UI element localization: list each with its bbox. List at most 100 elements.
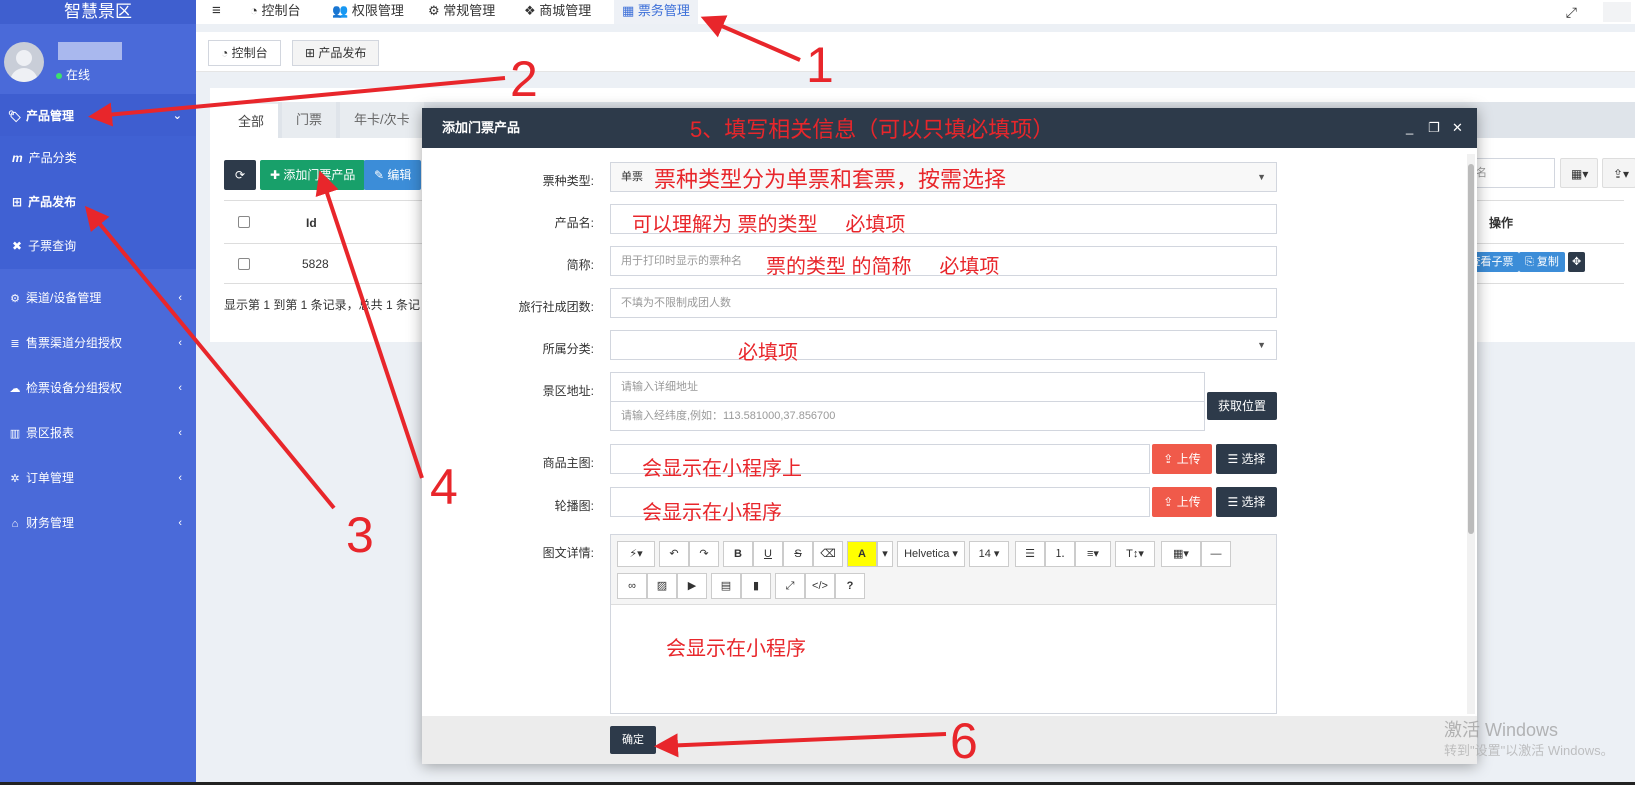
move-icon[interactable]: ✥ [1568,252,1586,272]
plus-square-icon: ⊞ [305,46,316,60]
page-tab-label: 产品发布 [318,46,367,60]
coordinates-input[interactable]: 请输入经纬度,例如：113.581000,37.856700 [610,401,1205,431]
align-dropdown-icon[interactable]: ≡▾ [1075,541,1111,567]
sidebar: 智慧景区 在线 🏷 产品管理 ⌄ m 产品分类 ⊞ 产品发布 ✖ 子票查询 ⚙ 渠道/设备管… [0,0,196,785]
help-icon[interactable]: ? [835,573,865,599]
file-icon[interactable]: ▤ [711,573,741,599]
font-size-value: 14 [978,548,991,560]
undo-icon[interactable]: ↶ [659,541,689,567]
nav-mall[interactable]: ❖ 商城管理 [516,0,599,24]
user-menu-button[interactable] [1603,2,1631,22]
chevron-left-icon: ‹ [178,292,182,304]
gears-icon: ⚙ [428,3,440,18]
subitem-label: 产品发布 [28,195,77,209]
list-icon: ☰ [1227,495,1239,509]
sidebar-item-sales-channel-auth[interactable]: ≣ 售票渠道分组授权 ‹ [0,321,196,365]
maximize-icon[interactable]: ❐ [1428,108,1440,148]
main-image-choose-button[interactable]: ☰ 选择 [1216,444,1277,474]
columns-toggle-icon[interactable]: ▦▾ [1560,158,1598,188]
sidebar-subitem-product-publish[interactable]: ⊞ 产品发布 [0,180,196,224]
users-icon: 👥 [332,3,349,18]
sidebar-item-orders[interactable]: ✲ 订单管理 ‹ [0,456,196,500]
fullscreen-icon[interactable]: ⤢ [1566,0,1577,24]
font-color-icon[interactable]: A [847,541,877,567]
numbered-list-icon[interactable]: ⒈ [1045,541,1075,567]
tag-icon: 🏷 [8,111,22,123]
sidebar-subitem-product-category[interactable]: m 产品分类 [0,136,196,180]
column-header-id: Id [306,216,317,230]
get-location-button[interactable]: 获取位置 [1207,392,1277,420]
page-tab-product-publish[interactable]: ⊞ 产品发布 [292,40,380,66]
magic-wand-icon[interactable]: ⚡▾ [617,541,655,567]
group-size-input[interactable]: 不填为不限制成团人数 [610,288,1277,318]
category-select[interactable]: ▼ [610,330,1277,360]
nav-permissions[interactable]: 👥 权限管理 [324,0,412,24]
row-checkbox[interactable] [238,258,250,270]
code-view-icon[interactable]: </> [805,573,835,599]
address-input[interactable]: 请输入详细地址 [610,372,1205,402]
sidebar-subitem-subticket-query[interactable]: ✖ 子票查询 [0,224,196,268]
nav-ticketing[interactable]: ▦ 票务管理 [614,0,698,24]
sidebar-item-finance[interactable]: ⌂ 财务管理 ‹ [0,501,196,545]
sidebar-item-product-management[interactable]: 🏷 产品管理 ⌄ [0,94,196,138]
edit-button[interactable]: ✎ 编辑 [364,160,422,190]
copy-button[interactable]: ⎘ 复制 [1519,252,1565,272]
carousel-choose-button[interactable]: ☰ 选择 [1216,487,1277,517]
add-ticket-product-button[interactable]: ✚ 添加门票产品 [260,160,366,190]
document-icon[interactable]: ▮ [741,573,771,599]
close-icon[interactable]: ✕ [1452,108,1463,148]
status-text: 在线 [66,68,91,82]
carousel-upload-button[interactable]: ⇪ 上传 [1152,487,1212,517]
annotation-short-name: 票的类型 的简称 必填项 [766,256,1000,278]
link-icon[interactable]: ∞ [617,573,647,599]
refresh-button[interactable]: ⟳ [224,160,256,190]
menu-toggle-icon[interactable]: ≡ [204,0,229,24]
table-dropdown-icon[interactable]: ▦▾ [1161,541,1201,567]
sidebar-item-label: 售票渠道分组授权 [26,336,123,350]
line-height-dropdown-icon[interactable]: T↕▾ [1115,541,1155,567]
font-family-dropdown[interactable]: Helvetica ▾ [897,541,965,567]
nav-general[interactable]: ⚙ 常规管理 [420,0,503,24]
minimize-icon[interactable]: _ [1406,108,1413,148]
main-image-upload-button[interactable]: ⇪ 上传 [1152,444,1212,474]
annotation-number-6: 6 [950,713,978,769]
select-all-checkbox[interactable] [238,216,250,228]
tab-annual-card[interactable]: 年卡/次卡 [340,102,424,138]
bullet-list-icon[interactable]: ☰ [1015,541,1045,567]
eraser-icon[interactable]: ⌫ [813,541,843,567]
rich-text-editor[interactable]: ⚡▾ ↶ ↷ B U S ⌫ A ▾ Helvetica ▾ 14 ▾ ☰ ⒈ … [610,534,1277,714]
color-dropdown-icon[interactable]: ▾ [877,541,893,567]
bar-chart-icon: ▥ [9,428,21,440]
sidebar-item-channel-device[interactable]: ⚙ 渠道/设备管理 ‹ [0,276,196,320]
chevron-left-icon: ‹ [178,427,182,439]
cloud-icon: ☁ [9,383,21,395]
annotation-number-2: 2 [510,51,538,107]
export-icon[interactable]: ⇪▾ [1602,158,1635,188]
tab-tickets[interactable]: 门票 [282,102,337,138]
strikethrough-icon[interactable]: S [783,541,813,567]
avatar [4,42,44,82]
sidebar-item-reports[interactable]: ▥ 景区报表 ‹ [0,411,196,455]
nav-dashboard[interactable]: ◔ 控制台 [242,0,309,24]
page-tab-dashboard[interactable]: ◔ 控制台 [208,40,281,66]
confirm-button[interactable]: 确定 [610,726,656,754]
tab-all[interactable]: 全部 [224,102,279,138]
annotation-main-image: 会显示在小程序上 [642,458,802,480]
sidebar-item-check-device-auth[interactable]: ☁ 检票设备分组授权 ‹ [0,366,196,410]
annotation-category: 必填项 [738,342,798,364]
font-size-dropdown[interactable]: 14 ▾ [969,541,1009,567]
fullscreen-icon[interactable]: ⤢ [775,573,805,599]
plus-square-icon: ⊞ [12,195,23,209]
bold-icon[interactable]: B [723,541,753,567]
button-label: 选择 [1241,495,1266,509]
horizontal-rule-icon[interactable]: — [1201,541,1231,567]
underline-icon[interactable]: U [753,541,783,567]
image-icon[interactable]: ▨ [647,573,677,599]
search-input[interactable]: 名 [1465,158,1555,188]
modal-scrollbar[interactable] [1467,154,1475,714]
video-icon[interactable]: ▶ [677,573,707,599]
short-name-label: 简称: [566,258,594,272]
scrollbar-thumb[interactable] [1468,164,1474,534]
subitem-label: 产品分类 [28,151,77,165]
redo-icon[interactable]: ↷ [689,541,719,567]
